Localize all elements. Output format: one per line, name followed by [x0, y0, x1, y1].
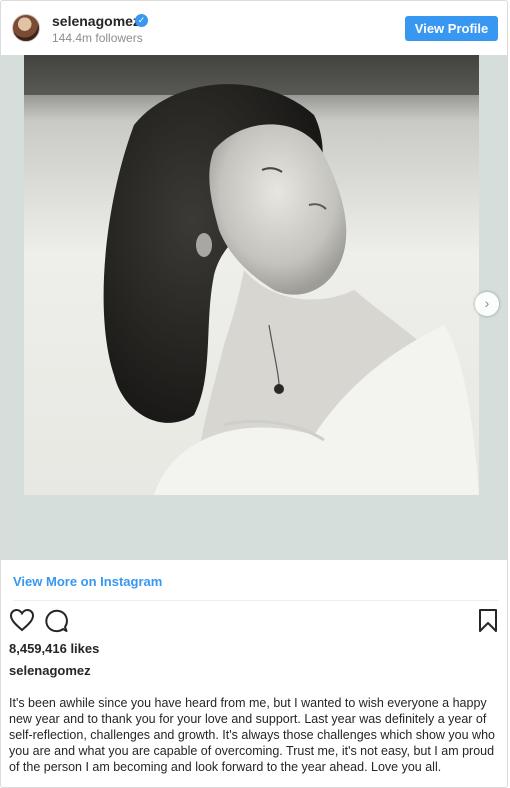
view-more-link[interactable]: View More on Instagram [13, 574, 162, 589]
comment-icon[interactable] [43, 608, 69, 633]
post-header: selenagomez ✓ 144.4m followers View Prof… [1, 1, 507, 55]
heart-icon[interactable] [9, 608, 35, 632]
view-profile-button[interactable]: View Profile [405, 16, 498, 41]
instagram-embed: selenagomez ✓ 144.4m followers View Prof… [0, 0, 508, 788]
username-link[interactable]: selenagomez [52, 13, 140, 29]
caption-username[interactable]: selenagomez [9, 663, 91, 678]
post-media[interactable]: › [1, 55, 507, 560]
post-photo [24, 55, 479, 495]
divider [13, 600, 499, 601]
bookmark-icon[interactable] [478, 608, 498, 633]
avatar[interactable] [12, 14, 40, 42]
like-count: 8,459,416 likes [9, 641, 100, 656]
follower-count: 144.4m followers [52, 31, 143, 45]
caption-text: It's been awhile since you have heard fr… [9, 696, 495, 774]
verified-badge-icon: ✓ [135, 14, 148, 27]
next-slide-button[interactable]: › [475, 292, 499, 316]
